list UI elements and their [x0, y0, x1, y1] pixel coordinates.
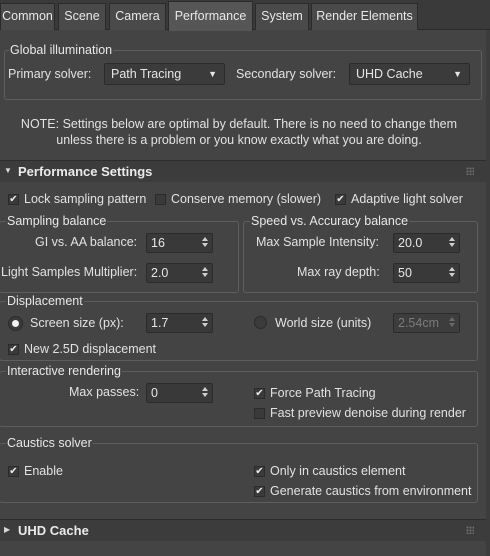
secondary-solver-label: Secondary solver: — [236, 67, 337, 81]
collapsed-triangle-icon: ▶ — [4, 525, 11, 534]
primary-solver-value: Path Tracing — [111, 67, 182, 81]
note-text: NOTE: Settings below are optimal by defa… — [0, 116, 478, 148]
only-caustics-element-label: Only in caustics element — [270, 464, 406, 478]
only-caustics-element-checkbox[interactable]: ✔ — [254, 466, 265, 477]
max-sample-intensity-value: 20.0 — [398, 236, 423, 250]
tab-scene[interactable]: Scene — [58, 3, 106, 30]
primary-solver-dropdown[interactable]: Path Tracing ▼ — [104, 63, 225, 85]
screen-size-label: Screen size (px): — [30, 316, 124, 330]
force-path-tracing-checkbox[interactable]: ✔ — [254, 388, 265, 399]
performance-settings-rollout[interactable]: ▼ Performance Settings — [0, 160, 490, 182]
adaptive-light-label: Adaptive light solver — [351, 192, 463, 206]
tab-common[interactable]: Common — [0, 3, 55, 30]
world-size-label: World size (units) — [275, 316, 372, 330]
max-sample-intensity-spinner[interactable]: 20.0 — [393, 233, 460, 253]
global-illumination-title: Global illumination — [9, 43, 114, 57]
lock-sampling-label: Lock sampling pattern — [24, 192, 147, 206]
scrollbar[interactable] — [486, 30, 490, 556]
grip-icon — [466, 526, 474, 534]
spinner-arrows-icon[interactable] — [202, 386, 209, 400]
spinner-arrows-icon[interactable] — [202, 266, 209, 280]
max-sample-intensity-label: Max Sample Intensity: — [256, 235, 379, 249]
tab-system[interactable]: System — [255, 3, 309, 30]
note-line-2: unless there is a problem or you know ex… — [56, 133, 422, 147]
tab-performance[interactable]: Performance — [168, 1, 253, 31]
spinner-arrows-icon[interactable] — [449, 236, 456, 250]
tab-bar: Common Scene Camera Performance System R… — [0, 0, 490, 31]
caustics-enable-label: Enable — [24, 464, 63, 478]
conserve-memory-label: Conserve memory (slower) — [171, 192, 322, 206]
caustics-enable-checkbox[interactable]: ✔ — [8, 466, 19, 477]
grip-icon — [466, 167, 474, 175]
max-ray-depth-spinner[interactable]: 50 — [393, 263, 460, 283]
tab-render-elements[interactable]: Render Elements — [311, 3, 418, 30]
force-path-tracing-label: Force Path Tracing — [270, 386, 376, 400]
spinner-arrows-icon[interactable] — [449, 266, 456, 280]
gi-aa-balance-label: GI vs. AA balance: — [35, 235, 138, 249]
sampling-balance-title: Sampling balance — [6, 214, 108, 228]
chevron-down-icon: ▼ — [208, 69, 217, 79]
gi-aa-balance-value: 16 — [151, 236, 165, 250]
expanded-triangle-icon: ▼ — [4, 166, 12, 175]
world-size-radio[interactable] — [254, 316, 267, 329]
world-size-value: 2.54cm — [398, 316, 439, 330]
lock-sampling-checkbox[interactable]: ✔ — [8, 194, 19, 205]
screen-size-radio[interactable] — [9, 317, 22, 330]
gi-aa-balance-spinner[interactable]: 16 — [146, 233, 213, 253]
tab-camera[interactable]: Camera — [109, 3, 166, 30]
interactive-rendering-title: Interactive rendering — [6, 364, 122, 378]
displacement-title: Displacement — [6, 294, 84, 308]
light-samples-label: Light Samples Multiplier: — [1, 265, 138, 279]
new-25d-displacement-label: New 2.5D displacement — [24, 342, 157, 356]
speed-accuracy-title: Speed vs. Accuracy balance — [250, 214, 410, 228]
max-ray-depth-label: Max ray depth: — [297, 265, 380, 279]
adaptive-light-checkbox[interactable]: ✔ — [335, 194, 346, 205]
performance-settings-title: Performance Settings — [18, 164, 153, 179]
max-passes-spinner[interactable]: 0 — [146, 383, 213, 403]
max-ray-depth-value: 50 — [398, 266, 412, 280]
note-line-1: NOTE: Settings below are optimal by defa… — [20, 117, 458, 131]
secondary-solver-dropdown[interactable]: UHD Cache ▼ — [349, 63, 470, 85]
light-samples-value: 2.0 — [151, 266, 169, 280]
spinner-arrows-icon[interactable] — [202, 316, 209, 330]
spinner-arrows-icon[interactable] — [449, 316, 456, 330]
caustics-from-environment-label: Generate caustics from environment — [270, 484, 472, 498]
caustics-from-environment-checkbox[interactable]: ✔ — [254, 486, 265, 497]
max-passes-label: Max passes: — [69, 385, 140, 399]
chevron-down-icon: ▼ — [453, 69, 462, 79]
spinner-arrows-icon[interactable] — [202, 236, 209, 250]
uhd-cache-title: UHD Cache — [18, 523, 89, 538]
world-size-spinner[interactable]: 2.54cm — [393, 313, 460, 333]
max-passes-value: 0 — [151, 386, 158, 400]
secondary-solver-value: UHD Cache — [356, 67, 423, 81]
fast-preview-denoise-checkbox[interactable] — [254, 408, 265, 419]
uhd-cache-rollout[interactable]: ▶ UHD Cache — [0, 519, 490, 541]
new-25d-displacement-checkbox[interactable]: ✔ — [8, 344, 19, 355]
light-samples-spinner[interactable]: 2.0 — [146, 263, 213, 283]
caustics-solver-title: Caustics solver — [6, 436, 93, 450]
screen-size-spinner[interactable]: 1.7 — [146, 313, 213, 333]
primary-solver-label: Primary solver: — [8, 67, 92, 81]
fast-preview-denoise-label: Fast preview denoise during render — [270, 406, 466, 420]
conserve-memory-checkbox[interactable] — [155, 194, 166, 205]
screen-size-value: 1.7 — [151, 316, 169, 330]
